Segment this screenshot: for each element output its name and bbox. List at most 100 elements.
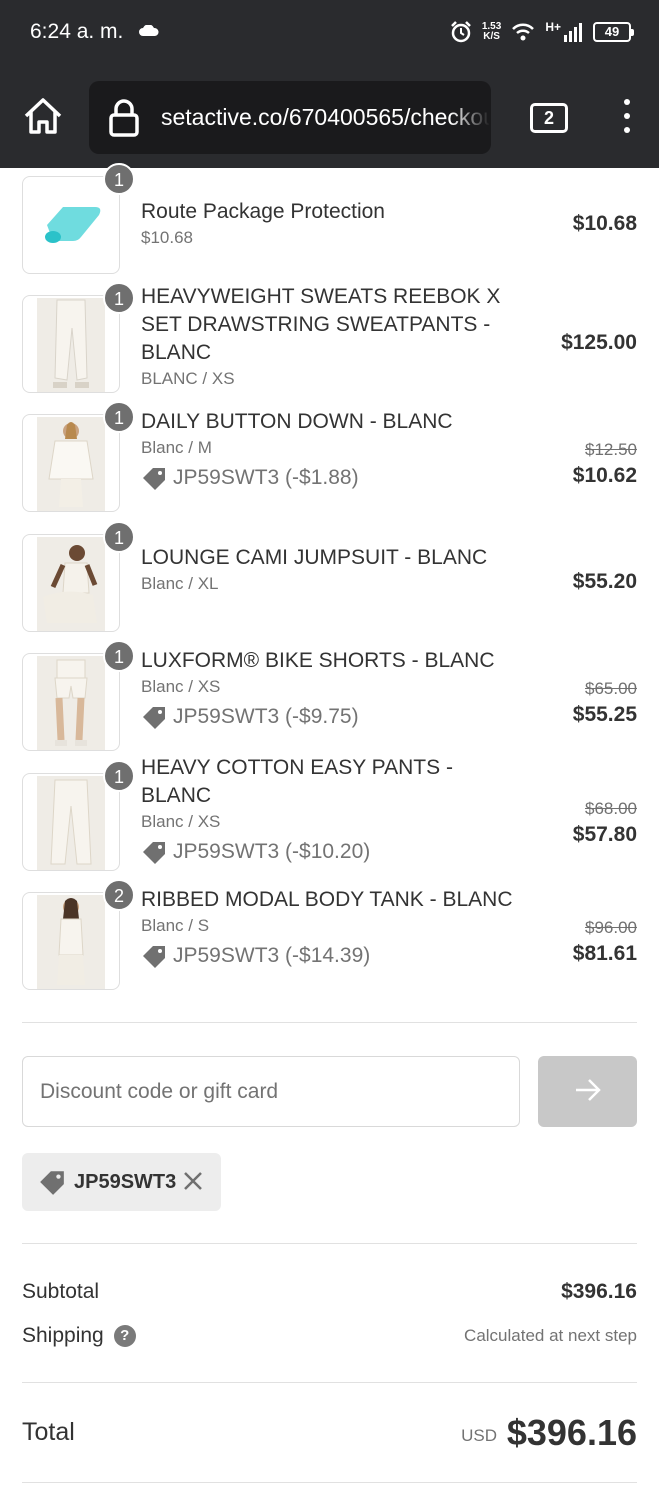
alarm-icon (450, 21, 471, 43)
shipping-value: Calculated at next step (464, 1326, 637, 1345)
product-image (37, 776, 105, 870)
item-info: HEAVYWEIGHT SWEATS REEBOK X SET DRAWSTRI… (141, 283, 501, 391)
item-prices: $55.20 (573, 570, 637, 594)
discount-code-text: JP59SWT3 (-$1.88) (173, 466, 359, 489)
subtotal-label: Subtotal (22, 1280, 100, 1303)
shipping-row: Shipping? (22, 1324, 136, 1348)
cart-item: 1 LOUNGE CAMI JUMPSUIT - BLANC Blanc / X… (22, 521, 637, 632)
cart-item: 1 HEAVY COTTON EASY PANTS - BLANC Blanc … (22, 756, 637, 871)
shipping-label: Shipping (22, 1324, 104, 1347)
discount-code-text: JP59SWT3 (-$14.39) (173, 944, 371, 967)
quantity-badge: 1 (103, 640, 135, 672)
item-original-price: $12.50 (585, 440, 637, 459)
item-discount: JP59SWT3 (-$14.39) (141, 944, 541, 968)
item-prices: $10.68 (573, 212, 637, 236)
total-value: $396.16 (506, 1412, 637, 1453)
item-prices: $125.00 (561, 331, 637, 355)
item-variant: Blanc / XL (141, 574, 219, 593)
tag-icon (143, 468, 165, 490)
item-original-price: $96.00 (585, 918, 637, 937)
item-thumbnail: 1 (22, 401, 135, 512)
home-icon[interactable] (22, 96, 64, 136)
item-thumbnail: 1 (22, 640, 135, 751)
lock-icon (109, 99, 139, 137)
item-prices: $96.00 $81.61 (573, 918, 637, 966)
tag-icon (40, 1171, 64, 1195)
wifi-icon (512, 23, 535, 41)
discount-code-text: JP59SWT3 (-$10.20) (173, 840, 371, 863)
tab-switcher-button[interactable]: 2 (530, 103, 568, 133)
item-info: DAILY BUTTON DOWN - BLANC Blanc / M JP59… (141, 408, 501, 490)
cart-item: 2 RIBBED MODAL BODY TANK - BLANC Blanc /… (22, 879, 637, 990)
menu-icon[interactable] (617, 99, 637, 137)
cart-item: 1 DAILY BUTTON DOWN - BLANC Blanc / M JP… (22, 401, 637, 512)
item-variant: Blanc / S (141, 916, 210, 935)
item-prices: $65.00 $55.25 (573, 679, 637, 727)
item-variant: $10.68 (141, 228, 193, 247)
quantity-badge: 2 (103, 879, 135, 911)
quantity-badge: 1 (103, 163, 135, 195)
item-info: RIBBED MODAL BODY TANK - BLANC Blanc / S… (141, 886, 541, 968)
item-name: DAILY BUTTON DOWN - BLANC (141, 410, 453, 433)
apply-discount-button[interactable] (538, 1056, 637, 1127)
section-divider (22, 1482, 637, 1483)
shipping-help-icon[interactable]: ? (113, 1325, 136, 1348)
item-thumbnail: 1 (22, 282, 135, 393)
battery-indicator: 49 (593, 22, 634, 42)
cloud-icon (139, 25, 159, 36)
product-image (37, 298, 105, 392)
applied-discount-chip: JP59SWT3 (22, 1153, 221, 1211)
status-icons: 1.53 K/S H+ 49 (450, 18, 634, 46)
network-speed: 1.53 K/S (481, 21, 502, 42)
item-name: LOUNGE CAMI JUMPSUIT - BLANC (141, 546, 488, 569)
section-divider (22, 1382, 637, 1383)
section-divider (22, 1022, 637, 1023)
item-variant: Blanc / XS (141, 812, 221, 831)
item-name: Route Package Protection (141, 200, 385, 223)
product-image (37, 417, 105, 511)
item-prices: $68.00 $57.80 (573, 799, 637, 847)
item-price: $10.68 (572, 212, 637, 235)
remove-discount-icon[interactable] (179, 1167, 207, 1195)
quantity-badge: 1 (103, 521, 135, 553)
item-original-price: $68.00 (585, 799, 637, 818)
status-time: 6:24 a. m. (30, 20, 124, 43)
item-discount: JP59SWT3 (-$1.88) (141, 466, 501, 490)
item-info: LOUNGE CAMI JUMPSUIT - BLANC Blanc / XL (141, 544, 501, 596)
route-logo-icon (45, 207, 101, 243)
subtotal-value: $396.16 (561, 1280, 637, 1303)
item-price: $10.62 (572, 464, 637, 487)
item-info: LUXFORM® BIKE SHORTS - BLANC Blanc / XS … (141, 647, 501, 729)
item-price: $55.25 (572, 703, 637, 726)
item-price: $57.80 (572, 823, 637, 846)
item-discount: JP59SWT3 (-$9.75) (141, 705, 501, 729)
network-type: H+ (545, 20, 561, 34)
item-variant: BLANC / XS (141, 369, 235, 388)
quantity-badge: 1 (103, 401, 135, 433)
item-name: HEAVYWEIGHT SWEATS REEBOK X SET DRAWSTRI… (141, 285, 501, 364)
quantity-badge: 1 (103, 760, 135, 792)
section-divider (22, 1243, 637, 1244)
quantity-badge: 1 (103, 282, 135, 314)
item-name: LUXFORM® BIKE SHORTS - BLANC (141, 649, 495, 672)
item-thumbnail: 1 (22, 760, 135, 871)
applied-discount-code: JP59SWT3 (74, 1170, 177, 1193)
item-discount: JP59SWT3 (-$10.20) (141, 840, 501, 864)
currency-code: USD (461, 1426, 497, 1445)
item-price: $81.61 (572, 942, 637, 965)
product-image (37, 656, 105, 750)
url-fade (450, 90, 490, 146)
item-name: RIBBED MODAL BODY TANK - BLANC (141, 888, 513, 911)
item-info: HEAVY COTTON EASY PANTS - BLANC Blanc / … (141, 754, 501, 864)
url-text[interactable]: setactive.co/670400565/checkouts (161, 104, 489, 131)
discount-code-input[interactable] (22, 1056, 520, 1127)
cart-item: 1 Route Package Protection $10.68 $10.68 (22, 163, 637, 274)
discount-code-text: JP59SWT3 (-$9.75) (173, 705, 359, 728)
cart-item: 1 LUXFORM® BIKE SHORTS - BLANC Blanc / X… (22, 640, 637, 751)
tag-icon (143, 842, 165, 864)
item-info: Route Package Protection $10.68 (141, 198, 501, 250)
item-variant: Blanc / XS (141, 677, 221, 696)
item-prices: $12.50 $10.62 (573, 440, 637, 488)
product-image (37, 537, 105, 631)
item-thumbnail: 1 (22, 521, 135, 632)
